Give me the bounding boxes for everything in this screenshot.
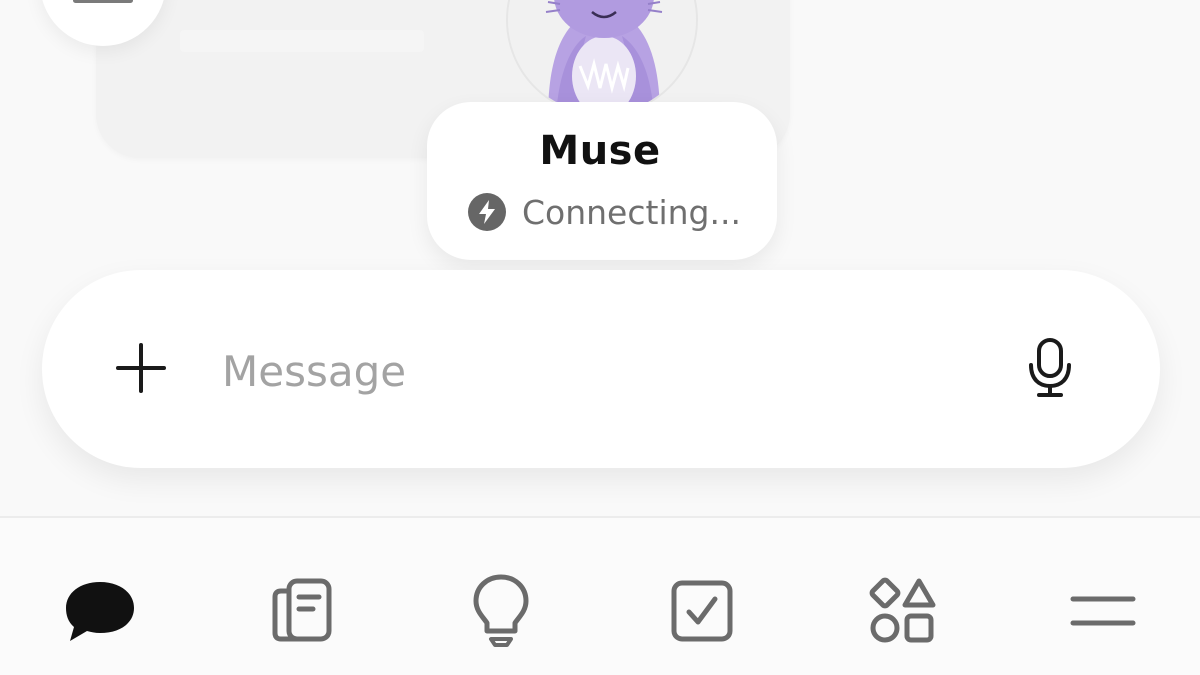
agent-card[interactable] bbox=[427, 102, 777, 260]
agent-status: Connecting... bbox=[468, 190, 741, 234]
checkbox-icon bbox=[671, 580, 733, 642]
minus-icon bbox=[73, 0, 133, 3]
nav-item-menu[interactable] bbox=[1058, 566, 1148, 656]
chat-screen: Muse Connecting... bbox=[0, 0, 1200, 675]
agent-name: Muse bbox=[539, 128, 661, 174]
lightbulb-icon bbox=[473, 574, 529, 647]
message-input[interactable] bbox=[222, 338, 982, 404]
voice-input-button[interactable] bbox=[1012, 330, 1088, 406]
bolt-icon bbox=[468, 193, 506, 231]
nav-item-apps[interactable] bbox=[858, 566, 948, 656]
microphone-icon bbox=[1029, 338, 1071, 397]
nav-item-chat[interactable] bbox=[55, 566, 145, 656]
nav-item-notes[interactable] bbox=[256, 566, 346, 656]
add-attachment-button[interactable] bbox=[100, 327, 182, 409]
menu-icon bbox=[1070, 596, 1136, 626]
notebook-icon bbox=[272, 578, 332, 642]
nav-item-ideas[interactable] bbox=[456, 566, 546, 656]
shapes-icon bbox=[869, 577, 936, 643]
nav-item-tasks[interactable] bbox=[657, 566, 747, 656]
plus-icon bbox=[116, 343, 166, 393]
bottom-navigation bbox=[0, 516, 1200, 675]
background-card-content bbox=[180, 30, 424, 52]
status-text: Connecting... bbox=[522, 192, 741, 232]
chat-bubble-icon bbox=[66, 582, 134, 641]
